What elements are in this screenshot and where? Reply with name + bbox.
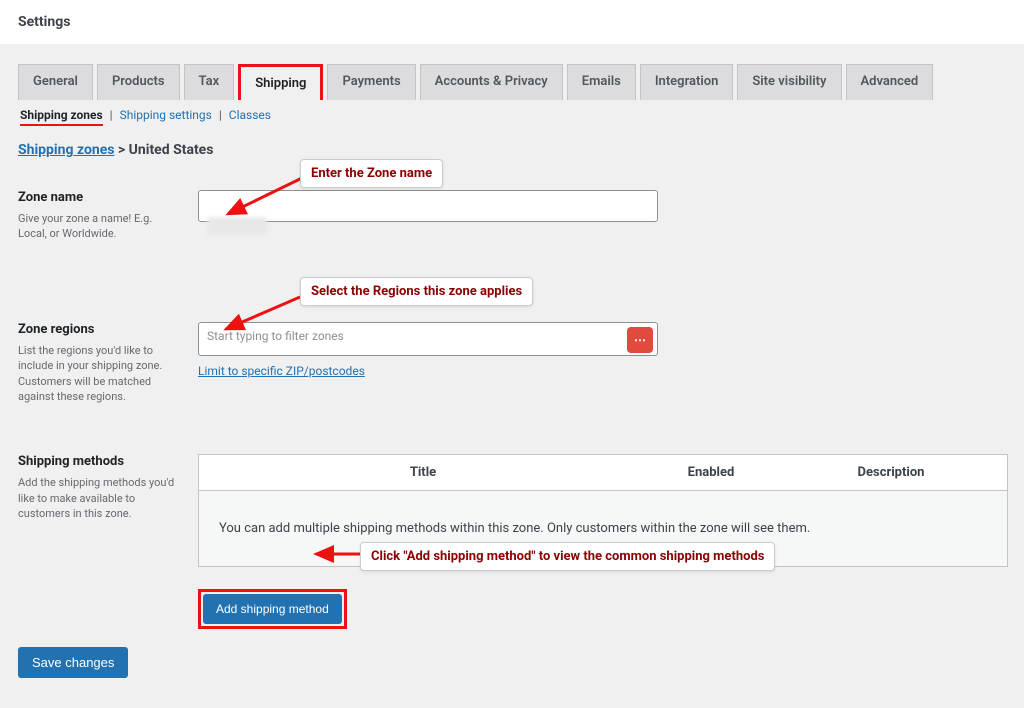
zone-name-row: Zone name Give your zone a name! E.g. Lo… <box>18 190 1006 242</box>
annotation-add-method: Click "Add shipping method" to view the … <box>360 542 775 571</box>
separator: | <box>110 108 113 122</box>
breadcrumb: Shipping zones > United States <box>18 142 1006 158</box>
annotation-zone-regions: Select the Regions this zone applies <box>300 277 533 306</box>
zone-name-label-block: Zone name Give your zone a name! E.g. Lo… <box>18 190 198 242</box>
col-title: Title <box>215 465 631 480</box>
zone-regions-input[interactable]: Start typing to filter zones ⋯ <box>198 322 658 356</box>
shipping-methods-head: Title Enabled Description <box>199 455 1007 491</box>
zone-name-input[interactable] <box>198 190 658 222</box>
breadcrumb-root[interactable]: Shipping zones <box>18 142 114 158</box>
tab-integration[interactable]: Integration <box>640 64 734 100</box>
zip-postcodes-link[interactable]: Limit to specific ZIP/postcodes <box>198 364 365 378</box>
zone-regions-field-wrap: Start typing to filter zones ⋯ Limit to … <box>198 322 678 379</box>
expand-regions-button[interactable]: ⋯ <box>627 327 653 353</box>
zone-regions-help: List the regions you'd like to include i… <box>18 343 178 405</box>
zone-name-label: Zone name <box>18 190 198 205</box>
settings-tabs: General Products Tax Shipping Payments A… <box>18 64 1006 100</box>
ellipsis-icon: ⋯ <box>634 333 646 347</box>
tab-products[interactable]: Products <box>97 64 180 100</box>
tab-emails[interactable]: Emails <box>567 64 636 100</box>
zone-regions-placeholder: Start typing to filter zones <box>207 329 344 343</box>
zone-name-field-wrap <box>198 190 678 222</box>
redacted-zone-name <box>207 217 267 235</box>
tab-accounts[interactable]: Accounts & Privacy <box>420 64 563 100</box>
zone-name-help: Give your zone a name! E.g. Local, or Wo… <box>18 211 178 242</box>
subtab-settings[interactable]: Shipping settings <box>120 108 212 122</box>
zone-regions-label-block: Zone regions List the regions you'd like… <box>18 322 198 405</box>
save-changes-button[interactable]: Save changes <box>18 647 128 678</box>
add-shipping-method-button[interactable]: Add shipping method <box>203 594 342 624</box>
tab-payments[interactable]: Payments <box>327 64 415 100</box>
settings-content: General Products Tax Shipping Payments A… <box>0 44 1024 708</box>
annotation-highlight-box: Add shipping method <box>198 589 347 629</box>
tab-tax[interactable]: Tax <box>184 64 235 100</box>
page-header: Settings <box>0 0 1024 44</box>
col-description: Description <box>791 465 991 480</box>
tab-general[interactable]: General <box>18 64 93 100</box>
zone-regions-label: Zone regions <box>18 322 198 337</box>
shipping-methods-help: Add the shipping methods you'd like to m… <box>18 475 178 521</box>
subtab-zones[interactable]: Shipping zones <box>20 108 103 126</box>
subtab-classes[interactable]: Classes <box>229 108 271 122</box>
page-title: Settings <box>18 14 70 30</box>
shipping-methods-label-block: Shipping methods Add the shipping method… <box>18 454 198 521</box>
tab-visibility[interactable]: Site visibility <box>737 64 841 100</box>
breadcrumb-current: United States <box>129 142 214 158</box>
separator: | <box>219 108 222 122</box>
zone-regions-row: Zone regions List the regions you'd like… <box>18 322 1006 405</box>
tab-shipping[interactable]: Shipping <box>238 64 323 100</box>
breadcrumb-sep: > <box>114 142 128 158</box>
shipping-methods-label: Shipping methods <box>18 454 198 469</box>
add-method-row: Add shipping method <box>198 589 1008 629</box>
col-enabled: Enabled <box>631 465 791 480</box>
annotation-zone-name: Enter the Zone name <box>300 159 443 188</box>
shipping-subtabs: Shipping zones | Shipping settings | Cla… <box>18 100 1006 128</box>
tab-advanced[interactable]: Advanced <box>846 64 934 100</box>
